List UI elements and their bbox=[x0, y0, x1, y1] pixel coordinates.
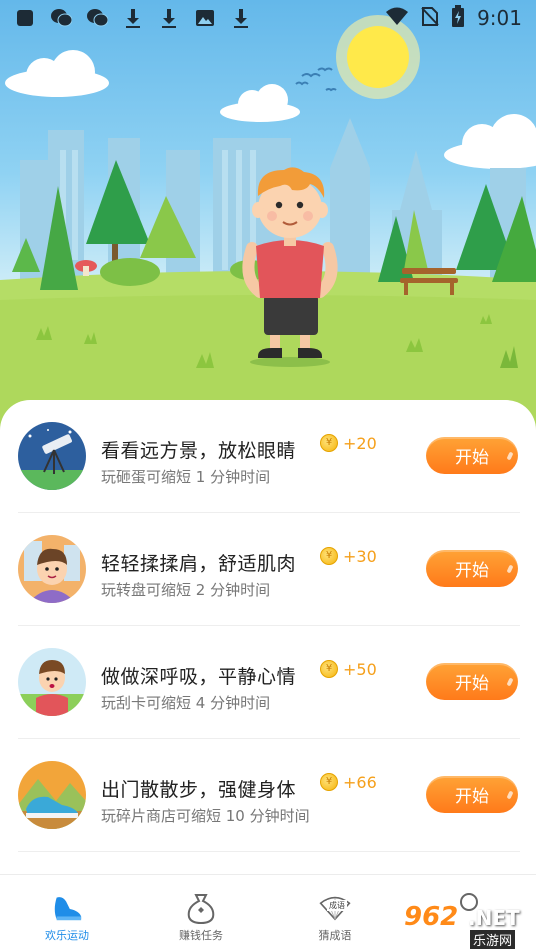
task-card: 看看远方景，放松眼睛 ¥ +20 玩砸蛋可缩短 1 分钟时间 开始 轻轻揉揉肩，… bbox=[0, 400, 536, 880]
task-title: 轻轻揉揉肩，舒适肌肉 bbox=[101, 553, 297, 575]
task-title: 做做深呼吸，平静心情 bbox=[101, 666, 297, 688]
site-watermark: 962 .NET 乐游网 bbox=[398, 902, 528, 949]
park-scene bbox=[0, 15, 536, 430]
start-button[interactable]: 开始 bbox=[426, 663, 518, 700]
task-item-shoulders: 轻轻揉揉肩，舒适肌肉 ¥ +30 玩转盘可缩短 2 分钟时间 开始 bbox=[0, 513, 536, 626]
coin-icon: ¥ bbox=[320, 773, 338, 791]
watermark-domain: .NET bbox=[468, 906, 520, 930]
shoe-icon bbox=[51, 891, 83, 925]
task-subtitle: 玩碎片商店可缩短 10 分钟时间 bbox=[101, 807, 310, 825]
battery-charging-icon bbox=[451, 5, 465, 31]
tab-sports[interactable]: 欢乐运动 bbox=[0, 875, 134, 952]
task-item-eyes: 看看远方景，放松眼睛 ¥ +20 玩砸蛋可缩短 1 分钟时间 开始 bbox=[0, 400, 536, 513]
telescope-avatar bbox=[18, 422, 86, 490]
task-item-walking: 出门散散步，强健身体 ¥ +66 玩碎片商店可缩短 10 分钟时间 开始 bbox=[0, 739, 536, 852]
clock-time: 9:01 bbox=[477, 6, 522, 30]
money-bag-icon bbox=[185, 891, 217, 925]
wifi-icon bbox=[385, 6, 409, 30]
divider bbox=[18, 851, 520, 852]
tab-label: 猜成语 bbox=[318, 929, 352, 942]
task-title: 出门散散步，强健身体 bbox=[101, 779, 297, 801]
start-button[interactable]: 开始 bbox=[426, 776, 518, 813]
task-reward: +50 bbox=[343, 660, 377, 679]
task-subtitle: 玩刮卡可缩短 4 分钟时间 bbox=[101, 694, 271, 712]
task-subtitle: 玩砸蛋可缩短 1 分钟时间 bbox=[101, 468, 271, 486]
start-button[interactable]: 开始 bbox=[426, 437, 518, 474]
breathing-boy-avatar bbox=[18, 648, 86, 716]
watermark-number: 962 bbox=[404, 902, 459, 932]
tab-earn-tasks[interactable]: 赚钱任务 bbox=[134, 875, 268, 952]
hero-illustration bbox=[0, 0, 536, 430]
tab-label: 赚钱任务 bbox=[179, 929, 223, 942]
task-item-breathing: 做做深呼吸，平静心情 ¥ +50 玩刮卡可缩短 4 分钟时间 开始 bbox=[0, 626, 536, 739]
wechat-icon bbox=[50, 7, 72, 29]
coin-icon: ¥ bbox=[320, 660, 338, 678]
walking-shoe-avatar bbox=[18, 761, 86, 829]
task-reward: +66 bbox=[343, 773, 377, 792]
image-icon bbox=[194, 7, 216, 29]
tab-idiom-guess[interactable]: 成语 猜成语 bbox=[268, 875, 402, 952]
download-icon bbox=[122, 7, 144, 29]
task-reward: +20 bbox=[343, 434, 377, 453]
task-title: 看看远方景，放松眼睛 bbox=[101, 440, 297, 462]
download-icon bbox=[158, 7, 180, 29]
start-button[interactable]: 开始 bbox=[426, 550, 518, 587]
fan-text: 成语 bbox=[327, 900, 347, 911]
fan-icon: 成语 bbox=[319, 891, 351, 925]
coin-icon: ¥ bbox=[320, 547, 338, 565]
shoulder-boy-avatar bbox=[18, 535, 86, 603]
task-subtitle: 玩转盘可缩短 2 分钟时间 bbox=[101, 581, 271, 599]
status-bar: 9:01 bbox=[0, 0, 536, 36]
task-reward: +30 bbox=[343, 547, 377, 566]
coin-icon: ¥ bbox=[320, 434, 338, 452]
download-icon bbox=[230, 7, 252, 29]
square-icon bbox=[14, 7, 36, 29]
tab-label: 欢乐运动 bbox=[45, 929, 89, 942]
no-sim-icon bbox=[421, 6, 439, 30]
wechat-icon bbox=[86, 7, 108, 29]
watermark-name: 乐游网 bbox=[470, 930, 516, 949]
